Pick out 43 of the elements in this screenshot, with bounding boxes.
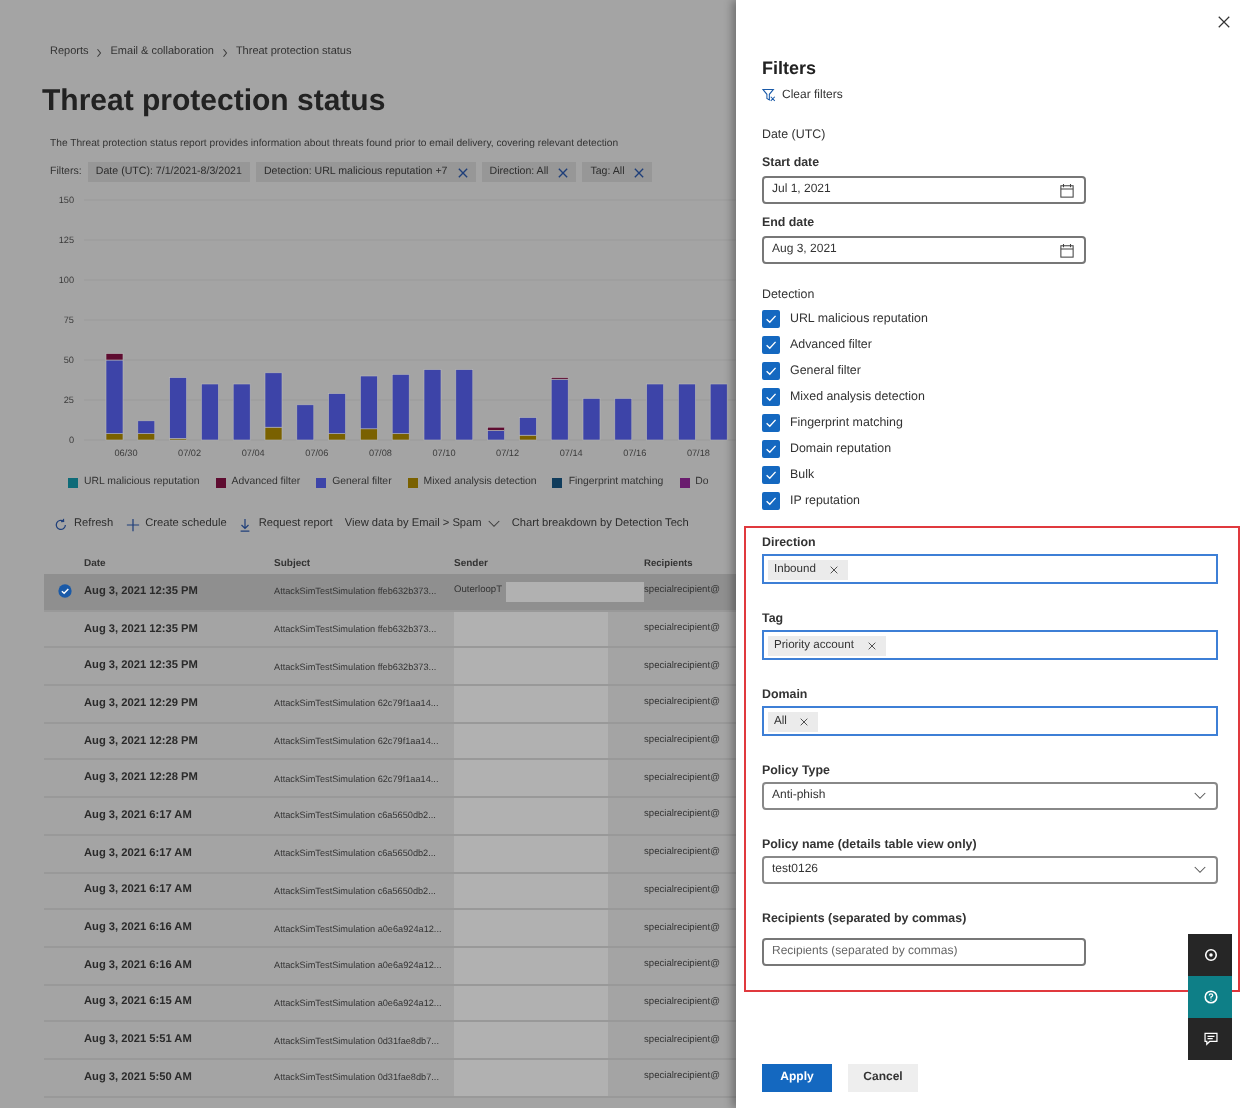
help-icon: [1203, 990, 1217, 1004]
chart-bar: [296, 404, 315, 441]
chart-bar: [455, 369, 474, 441]
chat-button[interactable]: [1188, 1018, 1232, 1060]
chart-bar: [423, 369, 442, 441]
chart-bar: [232, 383, 251, 441]
chevron-down-icon: [1194, 792, 1206, 800]
chevron-right-icon: [221, 47, 228, 57]
funnel-icon: [762, 88, 776, 102]
download-icon: [238, 517, 253, 531]
chevron-down-icon: [487, 520, 500, 528]
checkbox[interactable]: [762, 492, 780, 510]
page-title: Threat protection status: [42, 84, 388, 120]
refresh-icon: [54, 517, 68, 531]
chart-bar: [614, 398, 633, 441]
panel-title: Filters: [762, 56, 819, 80]
calendar-icon: [1060, 183, 1074, 197]
chat-icon: [1203, 1032, 1217, 1046]
settings-icon: [1203, 948, 1217, 962]
chevron-down-icon: [1194, 866, 1206, 874]
chart-bar: [709, 383, 728, 441]
close-icon[interactable]: [867, 641, 876, 649]
checkbox[interactable]: [762, 414, 780, 432]
plus-icon: [125, 517, 140, 531]
checkbox[interactable]: [762, 362, 780, 380]
checkbox[interactable]: [762, 466, 780, 484]
chart-bar: [646, 383, 664, 441]
close-icon[interactable]: [800, 717, 809, 725]
checkbox[interactable]: [762, 310, 780, 328]
help-button[interactable]: [1188, 976, 1232, 1018]
chart-bar: [678, 383, 696, 441]
settings-button[interactable]: [1188, 934, 1232, 976]
checkbox[interactable]: [762, 336, 780, 354]
chart-bar: [582, 398, 601, 441]
calendar-icon: [1060, 243, 1074, 257]
checkbox[interactable]: [762, 440, 780, 458]
redaction-block: [506, 582, 644, 602]
chart-bar: [201, 383, 219, 441]
close-icon[interactable]: [829, 565, 838, 573]
close-icon[interactable]: [1218, 16, 1230, 28]
check-circle-icon: [57, 584, 71, 599]
chevron-right-icon: [96, 47, 103, 57]
checkbox[interactable]: [762, 388, 780, 406]
